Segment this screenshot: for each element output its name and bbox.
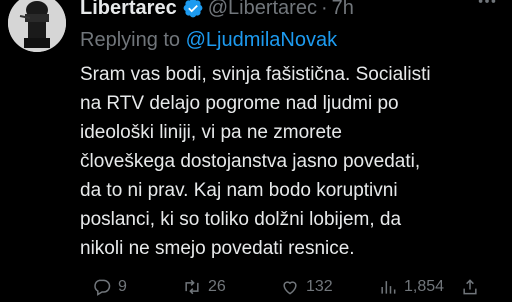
retweet-icon	[182, 277, 202, 297]
replying-to: Replying to @LjudmilaNovak	[80, 26, 337, 54]
more-horizontal-icon[interactable]	[476, 0, 498, 18]
tweet-text-line: nikoli ne smejo povedati resnice.	[80, 238, 355, 259]
tweet-time[interactable]: 7h	[332, 0, 354, 23]
like-count: 132	[306, 278, 333, 295]
tweet-text-line: človeškega dostojanstva jasno povedati,	[80, 151, 421, 172]
tweet[interactable]: Libertarec @Libertarec · 7h Replying to …	[0, 0, 512, 296]
reply-mention-link[interactable]: @LjudmilaNovak	[186, 29, 337, 51]
views-button[interactable]: 1,854	[378, 277, 444, 297]
reply-button[interactable]: 9	[92, 277, 127, 297]
avatar[interactable]	[8, 0, 66, 52]
author-name[interactable]: Libertarec	[80, 0, 177, 23]
heart-icon	[280, 277, 300, 297]
tweet-text-line: da to ni prav. Kaj nam bodo koruptivni	[80, 180, 398, 201]
tweet-text-line: Sram vas bodi, svinja fašistična. Social…	[80, 64, 431, 85]
share-button[interactable]	[460, 277, 480, 297]
views-chart-icon	[378, 277, 398, 297]
reply-icon	[92, 277, 112, 297]
verified-badge-icon	[182, 0, 204, 19]
tweet-text-line: na RTV delajo pogrome nad ljudmi po	[80, 93, 399, 114]
share-icon	[460, 277, 480, 297]
tweet-text-line: poslanci, ki so toliko dolžni lobijem, d…	[80, 209, 402, 230]
views-count: 1,854	[404, 278, 445, 295]
author-handle[interactable]: @Libertarec	[208, 0, 317, 23]
reply-count: 9	[118, 278, 127, 295]
like-button[interactable]: 132	[280, 277, 333, 297]
separator-dot: ·	[320, 0, 328, 19]
tweet-header: Libertarec @Libertarec · 7h	[80, 0, 354, 23]
reply-prefix: Replying to	[80, 29, 181, 51]
tweet-text-line: ideološki liniji, vi pa ne zmorete	[80, 122, 342, 143]
tweet-text: Sram vas bodi, svinja fašistična. Social…	[80, 60, 500, 263]
retweet-count: 26	[208, 278, 226, 295]
retweet-button[interactable]: 26	[182, 277, 226, 297]
tweet-actions: 9 26 132 1,854	[80, 272, 510, 302]
